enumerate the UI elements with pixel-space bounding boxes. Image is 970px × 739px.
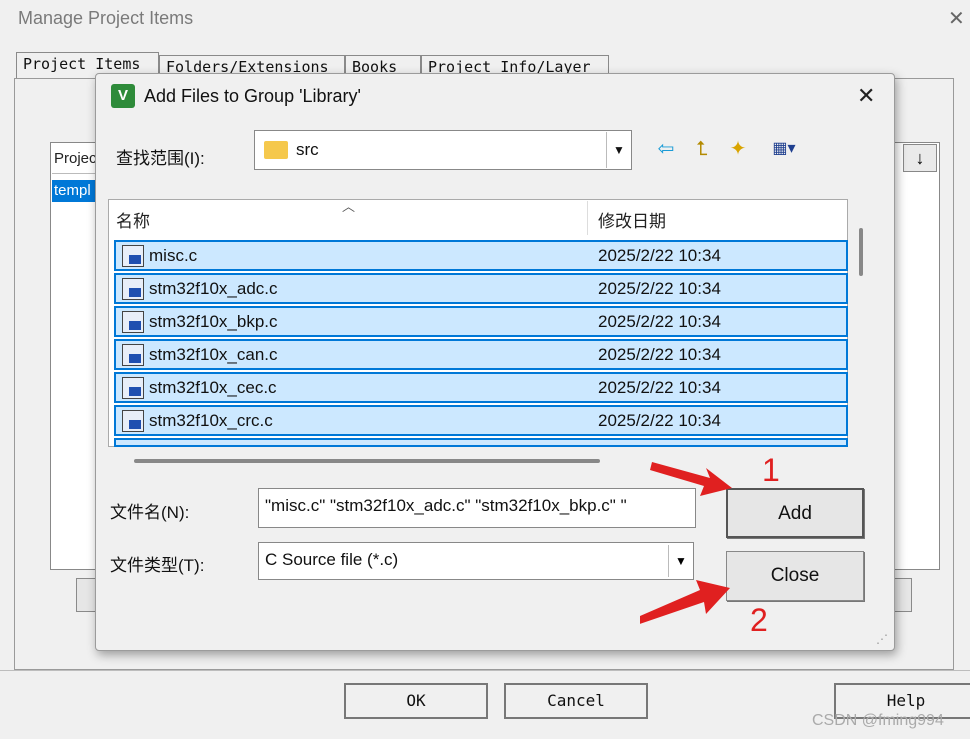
horizontal-scrollbar[interactable] xyxy=(134,459,600,463)
resize-grip-icon[interactable]: ⋰ xyxy=(876,632,888,646)
back-arrow-icon[interactable]: ⇦ xyxy=(652,136,680,162)
file-date: 2025/2/22 10:34 xyxy=(598,378,721,397)
c-file-icon xyxy=(122,311,144,333)
new-folder-icon[interactable]: ✦ xyxy=(724,136,752,162)
file-row[interactable]: stm32f10x_cec.c 2025/2/22 10:34 xyxy=(114,372,848,403)
vertical-scrollbar[interactable] xyxy=(859,228,863,276)
watermark: CSDN @fming994 xyxy=(812,712,944,729)
file-row[interactable]: misc.c 2025/2/22 10:34 xyxy=(114,240,848,271)
move-down-icon[interactable]: ↓ xyxy=(903,144,937,172)
c-file-icon xyxy=(122,410,144,432)
column-separator xyxy=(587,201,588,235)
file-name: stm32f10x_cec.c xyxy=(149,378,277,397)
file-type-value: C Source file (*.c) xyxy=(265,550,399,569)
look-in-value: src xyxy=(296,140,319,159)
keil-app-icon: V xyxy=(111,84,135,108)
column-header-name[interactable]: 名称 xyxy=(116,207,150,232)
chevron-down-icon[interactable]: ▼ xyxy=(606,132,631,168)
file-name: misc.c xyxy=(149,246,198,265)
folder-icon xyxy=(264,141,288,159)
files-list[interactable] xyxy=(890,142,940,570)
annotation-arrows xyxy=(640,462,732,624)
arrow-1-icon xyxy=(650,462,732,496)
file-name: stm32f10x_bkp.c xyxy=(149,312,278,331)
divider xyxy=(0,670,970,671)
cancel-button[interactable]: Cancel xyxy=(504,683,648,719)
c-file-icon xyxy=(122,377,144,399)
dialog-close-icon[interactable]: ✕ xyxy=(857,83,875,109)
file-name-label: 文件名(N): xyxy=(110,503,190,522)
file-row[interactable]: stm32f10x_crc.c 2025/2/22 10:34 xyxy=(114,405,848,436)
c-file-icon xyxy=(122,278,144,300)
annotation-step-1: 1 xyxy=(762,452,780,488)
file-name-input[interactable]: "misc.c" "stm32f10x_adc.c" "stm32f10x_bk… xyxy=(258,488,696,528)
view-menu-icon[interactable]: ▦▾ xyxy=(762,136,806,162)
file-row[interactable]: stm32f10x_can.c 2025/2/22 10:34 xyxy=(114,339,848,370)
file-type-label: 文件类型(T): xyxy=(110,556,205,575)
file-name: stm32f10x_crc.c xyxy=(149,411,273,430)
up-folder-icon[interactable]: ⮤ xyxy=(688,136,716,162)
file-row[interactable]: stm32f10x_adc.c 2025/2/22 10:34 xyxy=(114,273,848,304)
file-date: 2025/2/22 10:34 xyxy=(598,345,721,364)
file-row-partial[interactable] xyxy=(114,438,848,447)
background-close-icon[interactable]: ✕ xyxy=(948,6,965,31)
annotation-step-2: 2 xyxy=(750,602,768,638)
file-name: stm32f10x_can.c xyxy=(149,345,278,364)
arrow-2-icon xyxy=(640,580,730,624)
file-name: stm32f10x_adc.c xyxy=(149,279,278,298)
file-date: 2025/2/22 10:34 xyxy=(598,279,721,298)
ok-button[interactable]: OK xyxy=(344,683,488,719)
file-row[interactable]: stm32f10x_bkp.c 2025/2/22 10:34 xyxy=(114,306,848,337)
look-in-label: 查找范围(I): xyxy=(116,149,205,168)
dialog-title: Add Files to Group 'Library' xyxy=(144,86,361,106)
sort-ascending-icon: ︿ xyxy=(342,199,356,214)
column-header-date[interactable]: 修改日期 xyxy=(598,207,666,232)
file-date: 2025/2/22 10:34 xyxy=(598,312,721,331)
c-file-icon xyxy=(122,344,144,366)
c-file-icon xyxy=(122,245,144,267)
file-date: 2025/2/22 10:34 xyxy=(598,411,721,430)
file-date: 2025/2/22 10:34 xyxy=(598,246,721,265)
background-window-title: Manage Project Items xyxy=(18,8,194,28)
